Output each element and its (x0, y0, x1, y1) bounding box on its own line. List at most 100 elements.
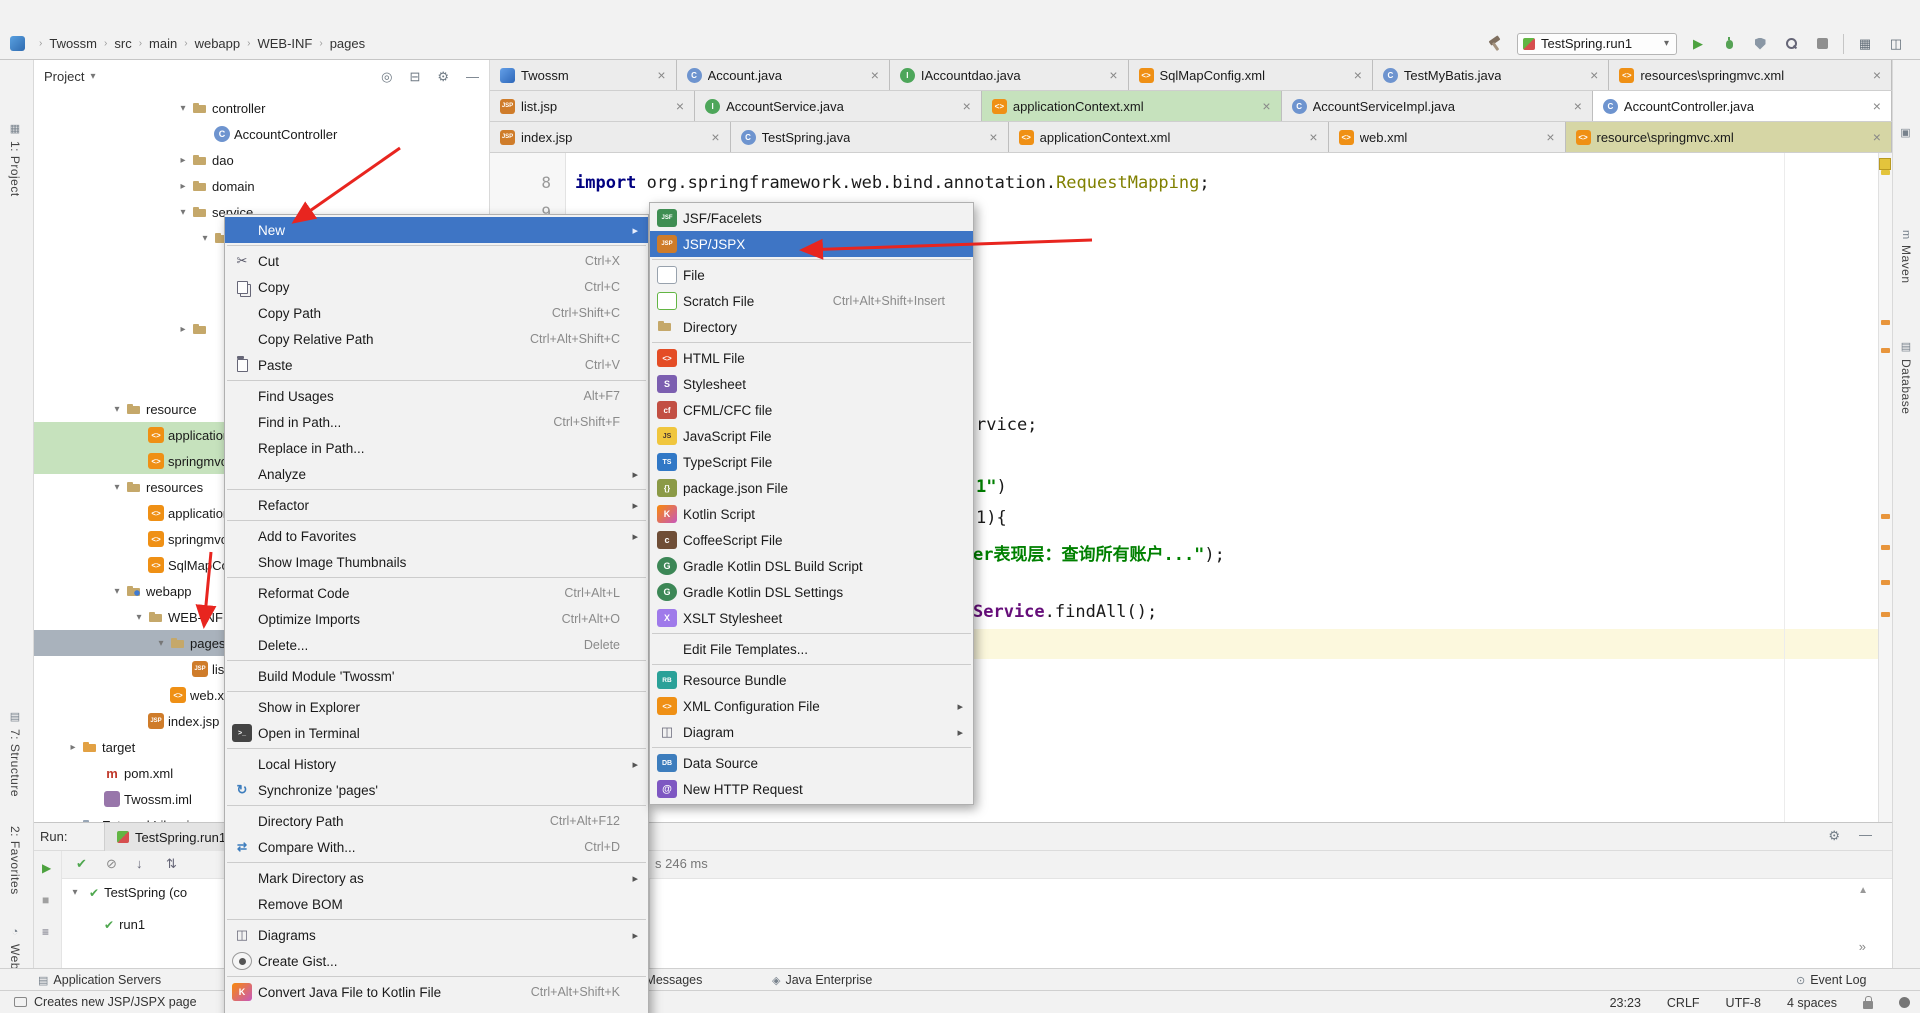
rerun-button[interactable]: ▶ (42, 861, 51, 875)
tab-close-icon[interactable]: × (676, 98, 684, 114)
hide-panel-button[interactable]: — (466, 69, 479, 85)
caret-position[interactable]: 23:23 (1610, 996, 1641, 1010)
context-menu-item[interactable]: Open in Terminal ▸ (225, 720, 648, 746)
context-menu-item[interactable]: WebServices ▸ (225, 1005, 648, 1013)
tree-chevron-icon[interactable]: ▸ (174, 181, 192, 192)
context-menu-item[interactable]: Refactor ▸ (225, 492, 648, 518)
collapse-all-button[interactable]: ⊟ (409, 69, 420, 85)
breadcrumb-item[interactable]: ›main (132, 36, 178, 51)
submenu-item[interactable]: XSLT Stylesheet ▸ (650, 605, 973, 631)
tab-close-icon[interactable]: × (1109, 67, 1117, 83)
right-stripe-icon[interactable]: ▣ (1899, 126, 1912, 140)
submenu-item[interactable]: Gradle Kotlin DSL Build Script ▸ (650, 553, 973, 579)
context-menu-item[interactable]: Add to Favorites ▸ (225, 523, 648, 549)
editor-tab[interactable]: AccountService.java× (695, 91, 982, 121)
editor-tab[interactable]: list.jsp× (490, 91, 695, 121)
submenu-item[interactable]: XML Configuration File ▸ (650, 693, 973, 719)
tab-close-icon[interactable]: × (1873, 129, 1881, 145)
tool-button-application-servers[interactable]: ▤Application Servers (38, 969, 161, 991)
project-tree-row[interactable]: ▾ controller (34, 95, 490, 121)
context-menu-item[interactable]: Synchronize 'pages' ▸ (225, 777, 648, 803)
tree-chevron-icon[interactable]: ▸ (174, 155, 192, 166)
chevron-down-icon[interactable]: ▾ (90, 71, 95, 82)
editor-tab[interactable]: web.xml× (1329, 122, 1566, 152)
tree-chevron-icon[interactable]: ▸ (64, 742, 82, 753)
tree-chevron-icon[interactable]: ▾ (108, 586, 126, 597)
context-menu-item[interactable]: Convert Java File to Kotlin File Ctrl+Al… (225, 979, 648, 1005)
indent-indicator[interactable]: 4 spaces (1787, 996, 1837, 1010)
context-menu-item[interactable]: Show Image Thumbnails ▸ (225, 549, 648, 575)
tab-close-icon[interactable]: × (1309, 129, 1317, 145)
context-menu-item[interactable]: Find in Path... Ctrl+Shift+F ▸ (225, 409, 648, 435)
coverage-button[interactable] (1750, 34, 1770, 54)
stripe-marker[interactable] (1881, 545, 1890, 550)
submenu-item[interactable]: Scratch File Ctrl+Alt+Shift+Insert ▸ (650, 288, 973, 314)
context-menu-item[interactable]: Find Usages Alt+F7 ▸ (225, 383, 648, 409)
editor-tab[interactable]: AccountServiceImpl.java× (1282, 91, 1593, 121)
submenu-item[interactable]: Gradle Kotlin DSL Settings ▸ (650, 579, 973, 605)
editor-tab[interactable]: resources\springmvc.xml× (1609, 60, 1892, 90)
editor-tab[interactable]: IAccountdao.java× (890, 60, 1129, 90)
editor-tab[interactable]: Twossm× (490, 60, 677, 90)
context-menu-item[interactable]: Optimize Imports Ctrl+Alt+O ▸ (225, 606, 648, 632)
test-tree-root[interactable]: ▾ ✔ TestSpring (co (66, 885, 187, 900)
submenu-item[interactable]: Directory ▸ (650, 314, 973, 340)
submenu-item[interactable]: HTML File ▸ (650, 345, 973, 371)
show-ignored-button[interactable]: ⊘ (106, 856, 117, 872)
sidebar-item-project[interactable]: ▦1: Project (8, 122, 22, 196)
tab-close-icon[interactable]: × (657, 67, 665, 83)
sidebar-item-web[interactable]: ◔Web (8, 926, 22, 969)
submenu-item[interactable]: New HTTP Request ▸ (650, 776, 973, 802)
tree-chevron-icon[interactable]: ▾ (66, 887, 84, 898)
tree-chevron-icon[interactable]: ▾ (108, 482, 126, 493)
sort-by-duration-button[interactable]: ⇅ (166, 856, 177, 872)
submenu-item[interactable]: File ▸ (650, 262, 973, 288)
tree-chevron-icon[interactable]: ▾ (108, 404, 126, 415)
layout-button[interactable]: ◫ (1886, 34, 1906, 54)
context-menu-item[interactable]: Local History ▸ (225, 751, 648, 777)
file-status-indicator[interactable] (1879, 158, 1891, 170)
submenu-item[interactable]: Stylesheet ▸ (650, 371, 973, 397)
panel-title[interactable]: Project (44, 69, 84, 84)
tab-close-icon[interactable]: × (1873, 67, 1881, 83)
settings-gear-icon[interactable]: ⚙ (1828, 828, 1840, 844)
project-tree-row[interactable]: ▸ dao (34, 147, 490, 173)
tab-close-icon[interactable]: × (963, 98, 971, 114)
tab-close-icon[interactable]: × (871, 67, 879, 83)
lock-icon[interactable] (1863, 1001, 1873, 1009)
stripe-marker[interactable] (1881, 612, 1890, 617)
tree-chevron-icon[interactable]: ▾ (174, 207, 192, 218)
context-menu-item[interactable]: Build Module 'Twossm' ▸ (225, 663, 648, 689)
tab-close-icon[interactable]: × (1354, 67, 1362, 83)
stop-button[interactable]: ■ (42, 893, 49, 907)
context-menu-item[interactable]: Remove BOM ▸ (225, 891, 648, 917)
context-menu-item[interactable]: Reformat Code Ctrl+Alt+L ▸ (225, 580, 648, 606)
stripe-marker[interactable] (1881, 170, 1890, 175)
sort-alphabetically-button[interactable]: ↓ (136, 856, 143, 871)
tool-button-java-enterprise[interactable]: ◈Java Enterprise (772, 969, 872, 991)
submenu-item[interactable]: JSP/JSPX ▸ (650, 231, 973, 257)
stripe-marker[interactable] (1881, 514, 1890, 519)
panel-splitter[interactable] (649, 879, 650, 968)
context-menu-item[interactable]: Copy Relative Path Ctrl+Alt+Shift+C ▸ (225, 326, 648, 352)
submenu-item[interactable]: TypeScript File ▸ (650, 449, 973, 475)
sidebar-item-favorites[interactable]: 2: Favorites (8, 826, 22, 895)
run-button[interactable]: ▶ (1688, 34, 1708, 54)
editor-tab[interactable]: Account.java× (677, 60, 890, 90)
project-structure-button[interactable]: ▦ (1855, 34, 1875, 54)
sidebar-item-maven[interactable]: mMaven (1899, 230, 1913, 283)
encoding-indicator[interactable]: UTF-8 (1726, 996, 1761, 1010)
test-tree-child[interactable]: ✔ run1 (104, 917, 145, 932)
context-menu-item[interactable]: Copy Path Ctrl+Shift+C ▸ (225, 300, 648, 326)
settings-gear-icon[interactable]: ⚙ (437, 69, 449, 85)
context-menu-item[interactable]: Analyze ▸ (225, 461, 648, 487)
hide-panel-button[interactable]: — (1859, 827, 1872, 842)
scroll-up-icon[interactable]: ▲ (1858, 885, 1868, 896)
editor-tab[interactable]: resource\springmvc.xml× (1566, 122, 1892, 152)
context-menu-item[interactable]: Show in Explorer ▸ (225, 694, 648, 720)
submenu-item[interactable]: Kotlin Script ▸ (650, 501, 973, 527)
stripe-marker[interactable] (1881, 348, 1890, 353)
tab-close-icon[interactable]: × (711, 129, 719, 145)
locate-button[interactable]: ◎ (381, 69, 392, 85)
tab-close-icon[interactable]: × (1590, 67, 1598, 83)
